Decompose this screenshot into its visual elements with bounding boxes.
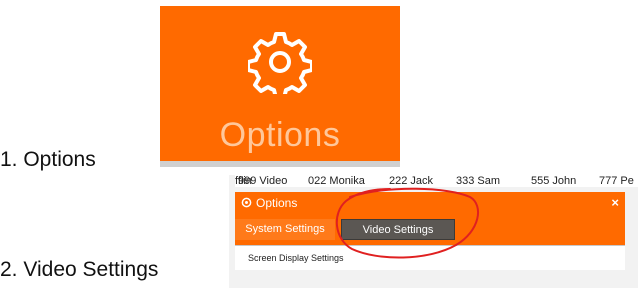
options-tile[interactable]: Options bbox=[160, 6, 400, 165]
close-icon[interactable]: × bbox=[611, 195, 619, 210]
channel-name[interactable]: 777 Pe bbox=[599, 175, 634, 187]
window-title: Options bbox=[256, 196, 298, 210]
red-annotation-circle bbox=[335, 187, 479, 259]
tile-shadow bbox=[160, 161, 400, 167]
options-tile-label: Options bbox=[219, 116, 341, 154]
tab-system-settings[interactable]: System Settings bbox=[235, 219, 335, 240]
channel-name[interactable]: 555 John bbox=[531, 175, 576, 187]
gear-icon bbox=[248, 32, 312, 94]
gear-icon bbox=[241, 197, 252, 208]
cut-off-text: fflin bbox=[235, 175, 252, 187]
step-2-label: 2. Video Settings bbox=[0, 258, 159, 281]
step-1-label: 1. Options bbox=[0, 148, 96, 171]
